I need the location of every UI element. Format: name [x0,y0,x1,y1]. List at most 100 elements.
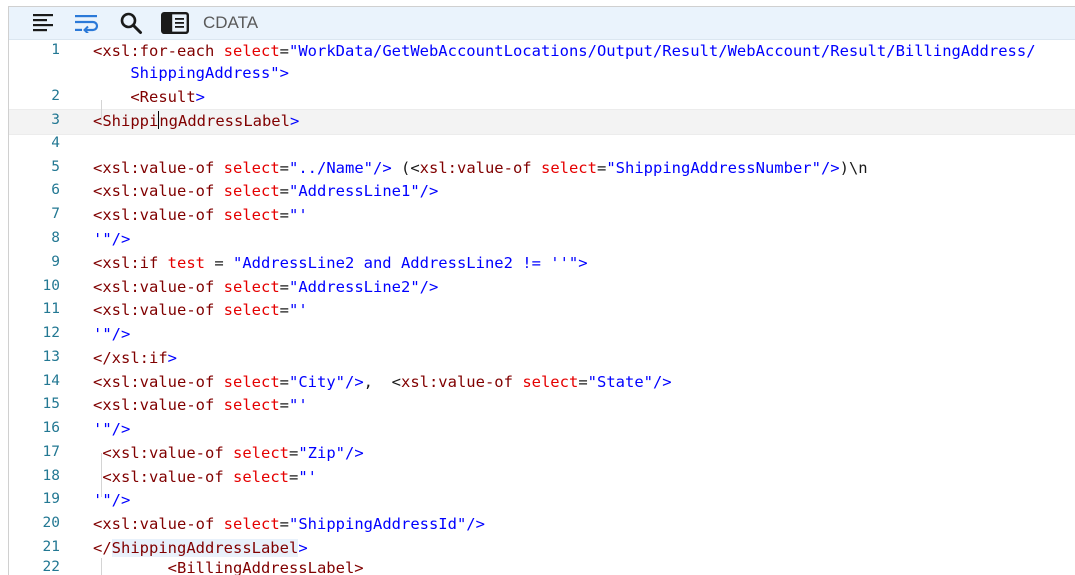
line-number: 15 [42,396,60,412]
line-number: 11 [42,301,60,317]
code-token-str: ShippingAddress" [93,64,280,82]
code-token-plain: = [596,159,607,177]
code-token-str: "City"/> [289,373,364,391]
code-line[interactable]: 17 <xsl:value-of select="Zip"/> [9,442,1075,466]
code-token-str: "State"/> [587,373,672,391]
code-token-str [93,88,130,106]
code-token-attr: select [233,444,289,462]
code-token-str: "../Name"/> [289,159,392,177]
code-token-plain: = [279,206,289,224]
code-token-attr: select [223,182,280,200]
code-token-attr: select [223,206,280,224]
code-line[interactable]: 16 '"/> [9,418,1075,442]
code-token-plain: = [279,42,289,60]
code-line[interactable]: 4 [9,133,1075,157]
code-line[interactable]: 1 <xsl:for-each select="WorkData/GetWebAc… [9,40,1075,64]
code-line[interactable]: 7 <xsl:value-of select="' [9,204,1075,228]
code-text: <xsl:value-of select="Zip"/> [93,442,1068,466]
code-token-str: "' [289,396,308,414]
code-token-tag: <xsl:value-of [93,159,224,177]
code-text: <xsl:value-of select="ShippingAddressId"… [93,513,1068,537]
code-token-plain: = [279,278,289,296]
code-text: <ShippingAddressLabel> [93,110,1068,134]
code-token-tag: <xsl:value-of [93,515,224,533]
code-token-tag: <xsl:value-of [102,468,233,486]
code-line[interactable]: 20 <xsl:value-of select="ShippingAddressI… [9,513,1075,537]
code-text: <xsl:value-of select="AddressLine2"/> [93,276,1068,300]
indent-guide [101,558,102,575]
code-text: '"/> [93,228,1068,252]
code-token-str: "WorkData/GetWebAccountLocations/Output/… [289,42,1036,60]
line-number: 13 [42,349,60,365]
code-token-plain: = [204,254,233,272]
code-line[interactable]: 8 '"/> [9,228,1075,252]
code-token-tag: <xsl:value-of [102,444,233,462]
toolbar-label: CDATA [203,13,259,32]
code-line[interactable]: 3 <ShippingAddressLabel> [9,109,1075,135]
code-token-attr: select [223,515,280,533]
line-number: 21 [42,539,60,555]
editor-window: CDATA 1 <xsl:for-each select="WorkData/Ge… [8,6,1075,575]
code-token-str: '"/> [93,491,131,509]
code-line[interactable]: 19 '"/> [9,489,1075,513]
code-token-str: "' [298,468,318,486]
code-token-plain: = [279,373,289,391]
word-wrap-icon[interactable] [71,7,103,39]
code-token-plain: , < [363,373,401,391]
code-token-plain: = [279,515,289,533]
line-number: 4 [51,135,60,151]
code-text: <xsl:value-of select="' [93,204,1068,228]
line-number: 16 [42,420,60,436]
code-token-tag: ngAddressLabel [159,112,290,130]
code-token-attr: select [223,373,280,391]
line-number: 6 [51,182,60,198]
code-line[interactable]: 11 <xsl:value-of select="' [9,299,1075,323]
code-text: ShippingAddress"> [93,62,1068,86]
code-token-tag: <xsl:value-of [93,373,224,391]
code-token-str: > [298,539,308,557]
code-token-tag: <xsl:value-of [93,206,224,224]
code-token-str: '"/> [93,420,131,438]
code-token-attr: select [223,301,280,319]
code-line[interactable]: 22 <BillingAddressLabel> [9,557,1075,575]
search-icon[interactable] [115,7,147,39]
code-line[interactable]: 5 <xsl:value-of select="../Name"/> (<xsl:… [9,157,1075,181]
side-panel-icon[interactable] [159,7,191,39]
code-line[interactable]: 15 <xsl:value-of select="' [9,394,1075,418]
code-text: '"/> [93,489,1068,513]
code-line[interactable]: 14 <xsl:value-of select="City"/>, <xsl:va… [9,371,1075,395]
code-token-tag: xsl:value-of [400,373,523,391]
line-number: 10 [42,278,60,294]
code-line[interactable]: 18 <xsl:value-of select="' [9,466,1075,490]
code-line[interactable]: 6 <xsl:value-of select="AddressLine1"/> [9,180,1075,204]
code-token-str: "ShippingAddressNumber"/> [606,159,840,177]
code-line[interactable]: 12 '"/> [9,323,1075,347]
code-editor[interactable]: 1 <xsl:for-each select="WorkData/GetWebAc… [9,40,1075,575]
code-text: <BillingAddressLabel> [93,557,1068,575]
code-token-str: > [279,64,289,82]
code-token-tag: <xsl:value-of [93,182,224,200]
code-text: <xsl:value-of select="City"/>, <xsl:valu… [93,371,1068,395]
code-line[interactable]: 2 <Result> [9,86,1075,110]
line-number: 2 [51,88,60,104]
code-token-str: > [167,349,177,367]
code-text: <xsl:for-each select="WorkData/GetWebAcc… [93,40,1068,64]
line-number: 3 [51,112,60,128]
line-number: 17 [42,444,60,460]
code-token-tag: <xsl:value-of [93,278,224,296]
code-line[interactable]: 10 <xsl:value-of select="AddressLine2"/> [9,276,1075,300]
code-token-tag: <xsl:value-of [93,396,224,414]
code-line[interactable]: ShippingAddress"> [9,62,1075,86]
code-token-str: '"/> [93,230,131,248]
code-token-plain: = [289,444,299,462]
code-line[interactable]: 9 <xsl:if test = "AddressLine2 and Addres… [9,252,1075,276]
line-number: 1 [51,42,60,58]
code-token-str: "' [289,206,308,224]
line-number: 8 [51,230,60,246]
code-text: <xsl:value-of select="AddressLine1"/> [93,180,1068,204]
code-line[interactable]: 13 </xsl:if> [9,347,1075,371]
align-left-icon[interactable] [27,7,59,39]
code-token-str: > [289,112,300,130]
code-token-tag: <xsl:for-each [93,42,224,60]
